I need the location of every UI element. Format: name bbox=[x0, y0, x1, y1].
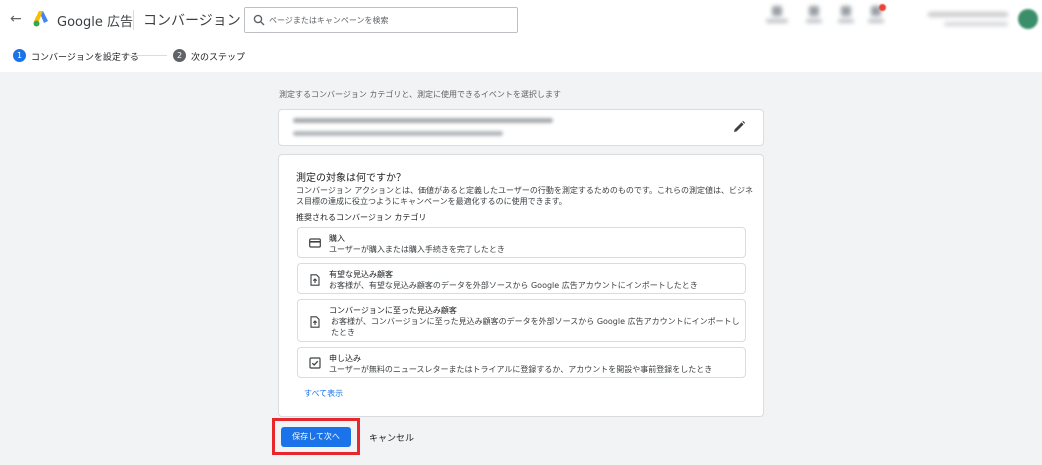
search-box[interactable] bbox=[244, 7, 518, 33]
account-email bbox=[944, 22, 1008, 26]
option-purchase[interactable]: 購入 ユーザーが購入または購入手続きを完了したとき bbox=[297, 227, 746, 258]
option-description: ユーザーが無料のニュースレターまたはトライアルに登録するか、アカウントを開設や事… bbox=[329, 365, 713, 374]
option-signup[interactable]: 申し込み ユーザーが無料のニュースレターまたはトライアルに登録するか、アカウント… bbox=[297, 347, 746, 378]
show-all-link[interactable]: すべて表示 bbox=[304, 388, 343, 399]
step-1-number: 1 bbox=[13, 49, 26, 62]
option-qualified-lead[interactable]: 有望な見込み顧客 お客様が、有望な見込み顧客のデータを外部ソースから Googl… bbox=[297, 263, 746, 294]
option-converted-lead[interactable]: コンバージョンに至った見込み顧客 お客様が、コンバージョンに至った見込み顧客のデ… bbox=[297, 299, 746, 342]
instruction-text: 測定するコンバージョン カテゴリと、測定に使用できるイベントを選択します bbox=[279, 90, 561, 99]
credit-card-icon bbox=[309, 238, 321, 248]
check-box-icon bbox=[309, 357, 321, 369]
edit-icon[interactable] bbox=[732, 120, 746, 134]
file-upload-icon bbox=[310, 316, 320, 328]
category-card: 測定の対象は何ですか？ コンバージョン アクションとは、価値があると定義したユー… bbox=[278, 154, 764, 417]
blurred-text bbox=[293, 131, 503, 136]
search-input[interactable] bbox=[269, 11, 509, 29]
option-description: お客様が、有望な見込み顧客のデータを外部ソースから Google 広告アカウント… bbox=[329, 281, 698, 290]
option-title: 購入 bbox=[329, 234, 345, 243]
option-title: 有望な見込み顧客 bbox=[329, 270, 393, 279]
selected-event-card[interactable] bbox=[278, 109, 764, 146]
page-title: コンバージョン bbox=[143, 13, 241, 29]
divider bbox=[133, 10, 134, 30]
option-title: コンバージョンに至った見込み顧客 bbox=[329, 306, 457, 315]
option-description: お客様が、コンバージョンに至った見込み顧客のデータを外部ソースから Google… bbox=[331, 317, 740, 337]
step-2-number: 2 bbox=[173, 49, 186, 62]
recommended-label: 推奨されるコンバージョン カテゴリ bbox=[296, 213, 427, 222]
question-heading: 測定の対象は何ですか？ bbox=[296, 173, 406, 184]
google-ads-logo bbox=[33, 11, 48, 27]
blurred-text bbox=[293, 118, 553, 123]
back-arrow-icon[interactable]: ← bbox=[10, 11, 22, 27]
notification-badge bbox=[879, 4, 886, 11]
account-name bbox=[928, 12, 1008, 17]
save-and-next-button[interactable]: 保存して次へ bbox=[281, 427, 351, 447]
cancel-button[interactable]: キャンセル bbox=[369, 431, 414, 444]
option-description: ユーザーが購入または購入手続きを完了したとき bbox=[329, 245, 505, 254]
step-2-label: 次のステップ bbox=[191, 53, 246, 63]
step-1-label: コンバージョンを設定する bbox=[31, 53, 139, 63]
brand-name: Google 広告 bbox=[57, 15, 133, 30]
refresh-icon[interactable] bbox=[806, 6, 822, 23]
description-text: コンバージョン アクションとは、価値があると定義したユーザーの行動を測定するため… bbox=[296, 186, 754, 206]
avatar[interactable] bbox=[1018, 9, 1038, 29]
appearance-icon[interactable] bbox=[766, 6, 788, 23]
step-connector bbox=[127, 55, 167, 56]
search-icon bbox=[253, 14, 265, 26]
option-title: 申し込み bbox=[329, 354, 361, 363]
help-icon[interactable] bbox=[838, 6, 854, 23]
file-upload-icon bbox=[310, 274, 320, 286]
top-bar: ← Google 広告 コンバージョン bbox=[0, 0, 1042, 40]
stepper: 1 コンバージョンを設定する 2 次のステップ bbox=[0, 40, 1042, 72]
